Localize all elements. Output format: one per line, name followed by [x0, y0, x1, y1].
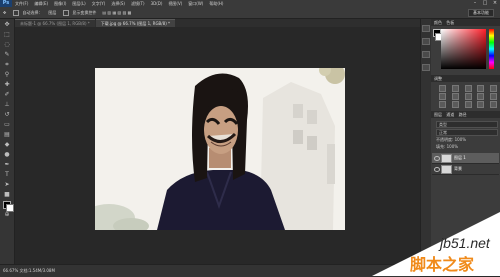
watermark-text: 脚本之家 — [410, 255, 475, 274]
watermark-site: jb51.net — [438, 235, 491, 251]
watermark-overlay: jb51.net 脚本之家 — [372, 212, 500, 276]
